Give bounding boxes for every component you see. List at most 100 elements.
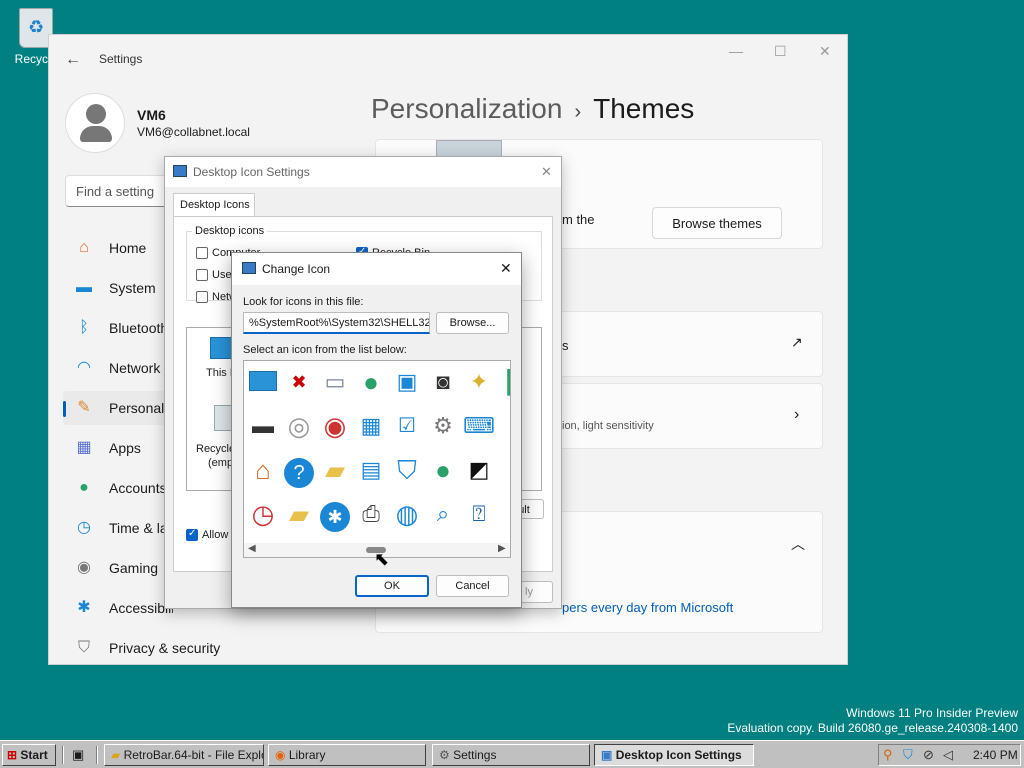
back-arrow-icon[interactable]: ←	[65, 51, 81, 69]
theme-text: m the	[562, 212, 595, 227]
computer-checkbox[interactable]	[196, 247, 208, 259]
nav-item-system[interactable]: ▬ System	[63, 271, 173, 305]
network-computer-icon[interactable]: ▣	[390, 365, 424, 399]
nav-item-apps[interactable]: ▦ Apps	[63, 431, 173, 465]
display-icon[interactable]: ◩	[462, 453, 496, 487]
window-settings-icon[interactable]: ▤	[354, 453, 388, 487]
nav-label: Network	[109, 360, 161, 376]
search-input[interactable]: Find a setting	[65, 175, 175, 207]
group-label: Desktop icons	[192, 225, 268, 237]
task-library[interactable]: ◉ Library	[268, 744, 426, 766]
bluetooth-icon: ᛒ	[79, 319, 89, 336]
clock-icon: ◷	[77, 519, 91, 536]
task-desktop-icon-settings[interactable]: ▣ Desktop Icon Settings	[594, 744, 754, 766]
volume-muted-icon[interactable]: ◁	[943, 747, 953, 763]
browse-themes-button[interactable]: Browse themes	[652, 207, 782, 239]
icon-list[interactable]: ✖ ▭ ● ▣ ◙ ✦ ▌ ▬ ◎ ◉ ▦ ☑ ⚙ ⌨ ▪ ⌂ ? ▰ ▤ ⛉ …	[243, 360, 511, 558]
drive-icon[interactable]: ▬	[246, 409, 280, 443]
user-checkbox[interactable]	[196, 269, 208, 281]
maximize-icon[interactable]: ☐	[774, 43, 787, 60]
task-label: RetroBar.64-bit - File Explo...	[123, 748, 264, 762]
search-window-icon[interactable]: ⌕	[426, 497, 460, 531]
bulb-icon[interactable]: ✦	[462, 365, 496, 399]
row-2-text: s	[562, 338, 569, 353]
speaker-icon[interactable]: ◙	[426, 365, 460, 399]
task-label: Desktop Icon Settings	[615, 748, 742, 762]
nav-item-network[interactable]: ◠ Network	[63, 351, 173, 385]
person-icon: ●	[79, 479, 89, 496]
home-icon[interactable]: ⌂	[246, 453, 280, 487]
nav-item-gaming[interactable]: ◉ Gaming	[63, 551, 173, 585]
gamepad-icon: ◉	[77, 559, 91, 576]
scroll-right-icon[interactable]: ▶	[498, 543, 506, 554]
folder-icon: ▰	[111, 748, 121, 762]
task-settings[interactable]: ⚙ Settings	[432, 744, 590, 766]
help-icon[interactable]: ?	[282, 453, 316, 488]
look-for-label: Look for icons in this file:	[243, 296, 364, 308]
home-icon: ⌂	[79, 239, 89, 256]
spotlight-link[interactable]: pers every day from Microsoft	[562, 600, 733, 615]
icon-file-path-input[interactable]: %SystemRoot%\System32\SHELL32	[243, 312, 430, 334]
browse-button[interactable]: Browse...	[436, 312, 509, 334]
accessibility-icon[interactable]: ✱	[318, 497, 352, 532]
partial-icon[interactable]: ◔	[498, 497, 510, 531]
recycle-label: Recycle	[196, 443, 236, 455]
shield-icon[interactable]: ⛉	[390, 453, 424, 487]
close-icon[interactable]: ✕	[500, 260, 512, 277]
monitor-icon[interactable]	[246, 365, 280, 399]
apps-window-icon[interactable]: ▦	[354, 409, 388, 443]
window-icon[interactable]: ▭	[318, 365, 352, 399]
document-delete-icon[interactable]: ✖	[282, 365, 316, 399]
minimize-icon[interactable]: —	[729, 43, 743, 59]
computer-icon[interactable]: ⌨	[462, 409, 496, 443]
shield-icon[interactable]: ⛉	[903, 747, 913, 763]
user-icon[interactable]: ●	[354, 365, 388, 399]
help-document-icon[interactable]: ⍰	[462, 497, 496, 531]
partial-icon[interactable]: ▌	[498, 365, 510, 399]
clock[interactable]: 2:40 PM	[973, 748, 1018, 762]
network-checkbox[interactable]	[196, 291, 208, 303]
nav-item-home[interactable]: ⌂ Home	[63, 231, 173, 265]
nav-item-accounts[interactable]: ● Accounts	[63, 471, 173, 505]
allow-themes-checkbox[interactable]	[186, 528, 198, 541]
printer-icon[interactable]: ⎙	[354, 497, 388, 531]
user-email: VM6@collabnet.local	[137, 125, 250, 139]
desktop-settings-icon	[173, 165, 187, 177]
ok-button[interactable]: OK	[355, 575, 429, 597]
folder-icon[interactable]: ▰	[282, 497, 316, 531]
partial-icon[interactable]: ◔	[498, 453, 510, 487]
chevron-up-icon[interactable]: ︿	[791, 534, 805, 554]
avatar[interactable]	[65, 93, 125, 153]
start-button[interactable]: ⊞ Start	[2, 744, 56, 766]
user-icon[interactable]: ●	[426, 453, 460, 487]
partial-icon[interactable]: ▪	[498, 409, 510, 443]
gear-window-icon[interactable]: ⚙	[426, 409, 460, 443]
tab-desktop-icons[interactable]: Desktop Icons	[173, 193, 255, 217]
search-icon[interactable]: ⚲	[883, 747, 893, 763]
nav-label: Privacy & security	[109, 640, 221, 656]
select-icon-label: Select an icon from the list below:	[243, 344, 407, 356]
cancel-button[interactable]: Cancel	[436, 575, 509, 597]
breadcrumb-parent[interactable]: Personalization	[371, 93, 562, 124]
cd-icon[interactable]: ◉	[318, 409, 352, 443]
task-file-explorer[interactable]: ▰ RetroBar.64-bit - File Explo...	[104, 744, 264, 766]
nav-item-bluetooth[interactable]: ᛒ Bluetooth	[63, 311, 173, 345]
globe-clock-icon[interactable]: ◍	[390, 497, 424, 531]
scroll-left-icon[interactable]: ◀	[248, 543, 256, 554]
clock-disc-icon[interactable]: ◷	[246, 497, 280, 531]
show-desktop-icon[interactable]: ▣	[72, 747, 84, 763]
allow-themes-label: Allow t	[202, 529, 235, 541]
nav-item-privacy[interactable]: ⛉ Privacy & security	[63, 631, 263, 665]
nav-item-time-language[interactable]: ◷ Time & la	[63, 511, 173, 545]
close-icon[interactable]: ✕	[541, 164, 552, 180]
breadcrumb: Personalization › Themes	[371, 93, 694, 125]
close-icon[interactable]: ✕	[819, 43, 831, 60]
checkmark-icon[interactable]: ☑	[390, 409, 424, 443]
disc-icon[interactable]: ◎	[282, 409, 316, 443]
apps-icon: ▦	[76, 439, 92, 456]
nav-label: Gaming	[109, 560, 159, 576]
nav-item-personalization[interactable]: ✎ Personali	[63, 391, 173, 425]
nav-item-accessibility[interactable]: ✱Accessibility	[63, 591, 173, 625]
folder-users-icon[interactable]: ▰	[318, 453, 352, 487]
network-off-icon[interactable]: ⊘	[923, 747, 934, 763]
